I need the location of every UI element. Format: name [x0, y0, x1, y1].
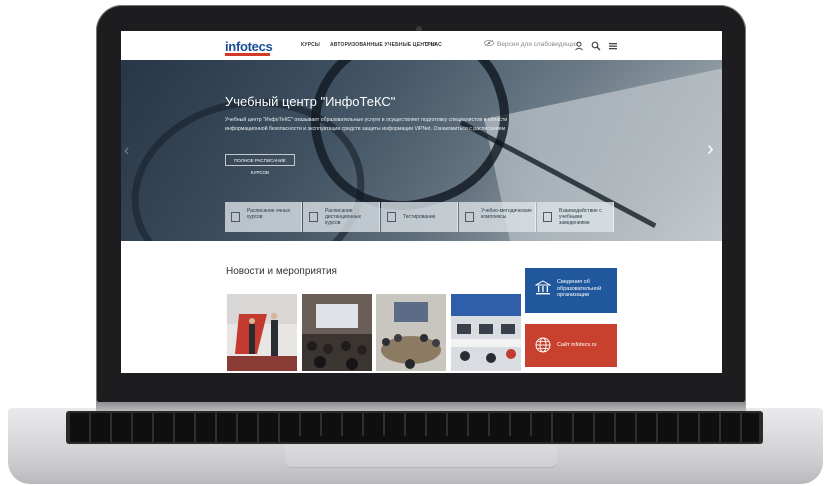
nav-courses[interactable]: КУРСЫ: [301, 42, 320, 48]
tile-label: Учебно-методические комплексы: [481, 208, 532, 220]
infotecs-site-label: Сайт infotecs.ru: [557, 342, 597, 348]
book-icon: [387, 212, 396, 222]
nav-authorized-centers[interactable]: АВТОРИЗОВАННЫЕ УЧЕБНЫЕ ЦЕНТРЫ: [330, 42, 436, 48]
tile-methods[interactable]: Учебно-методические комплексы: [459, 202, 536, 232]
monitor-icon: [309, 212, 318, 222]
tile-label: Расписание очных курсов: [247, 208, 291, 220]
news-photo[interactable]: [451, 294, 521, 371]
search-icon[interactable]: [591, 38, 601, 51]
infotecs-site-box[interactable]: Сайт infotecs.ru: [525, 324, 617, 367]
tile-testing[interactable]: Тестирование: [381, 202, 458, 232]
hero-banner: ‹ › Учебный центр "ИнфоТеКС" Учебный цен…: [121, 60, 722, 241]
cooperation-icon: [543, 212, 552, 222]
carousel-next-icon[interactable]: ›: [707, 138, 714, 161]
news-photo[interactable]: [302, 294, 372, 371]
vision-version-link[interactable]: Версия для слабовидящих: [497, 41, 578, 48]
logo-underline: [225, 53, 270, 56]
user-icon[interactable]: [574, 38, 584, 51]
education-info-label: Сведения об образовательной организации: [557, 279, 602, 298]
carousel-prev-icon[interactable]: ‹: [124, 142, 129, 160]
tile-label: Тестирование: [403, 214, 436, 220]
document-icon: [231, 212, 240, 222]
hamburger-menu-icon[interactable]: [608, 38, 618, 50]
eye-icon[interactable]: [484, 39, 494, 47]
schedule-button[interactable]: ПОЛНОЕ РАСПИСАНИЕ КУРСОВ: [225, 154, 295, 175]
news-section-title: Новости и мероприятия: [226, 266, 337, 277]
education-info-box[interactable]: Сведения об образовательной организации: [525, 268, 617, 313]
tile-label: Взаимодействие с учебными заведениями: [559, 208, 602, 226]
spacebar: [290, 436, 538, 442]
tile-cooperation[interactable]: Взаимодействие с учебными заведениями: [537, 202, 614, 232]
tile-label: Расписание дистанционных курсов: [325, 208, 362, 226]
hero-description: Учебный центр "ИнфоТеКС" оказывает образ…: [225, 117, 508, 132]
news-photo[interactable]: [376, 294, 446, 371]
news-photo[interactable]: [227, 294, 297, 371]
institution-icon: [534, 280, 552, 299]
trackpad: [285, 445, 557, 467]
nav-about[interactable]: О НАС: [425, 42, 442, 48]
browser-screen: infotecs КУРСЫ АВТОРИЗОВАННЫЕ УЧЕБНЫЕ ЦЕ…: [121, 31, 722, 373]
tile-distance-schedule[interactable]: Расписание дистанционных курсов: [303, 202, 380, 232]
methods-icon: [465, 212, 474, 222]
globe-icon: [535, 337, 551, 356]
tile-full-time-schedule[interactable]: Расписание очных курсов: [225, 202, 302, 232]
hero-tiles: Расписание очных курсов Расписание диста…: [225, 202, 617, 232]
hero-title: Учебный центр "ИнфоТеКС": [225, 94, 396, 109]
logo[interactable]: infotecs: [225, 39, 273, 54]
